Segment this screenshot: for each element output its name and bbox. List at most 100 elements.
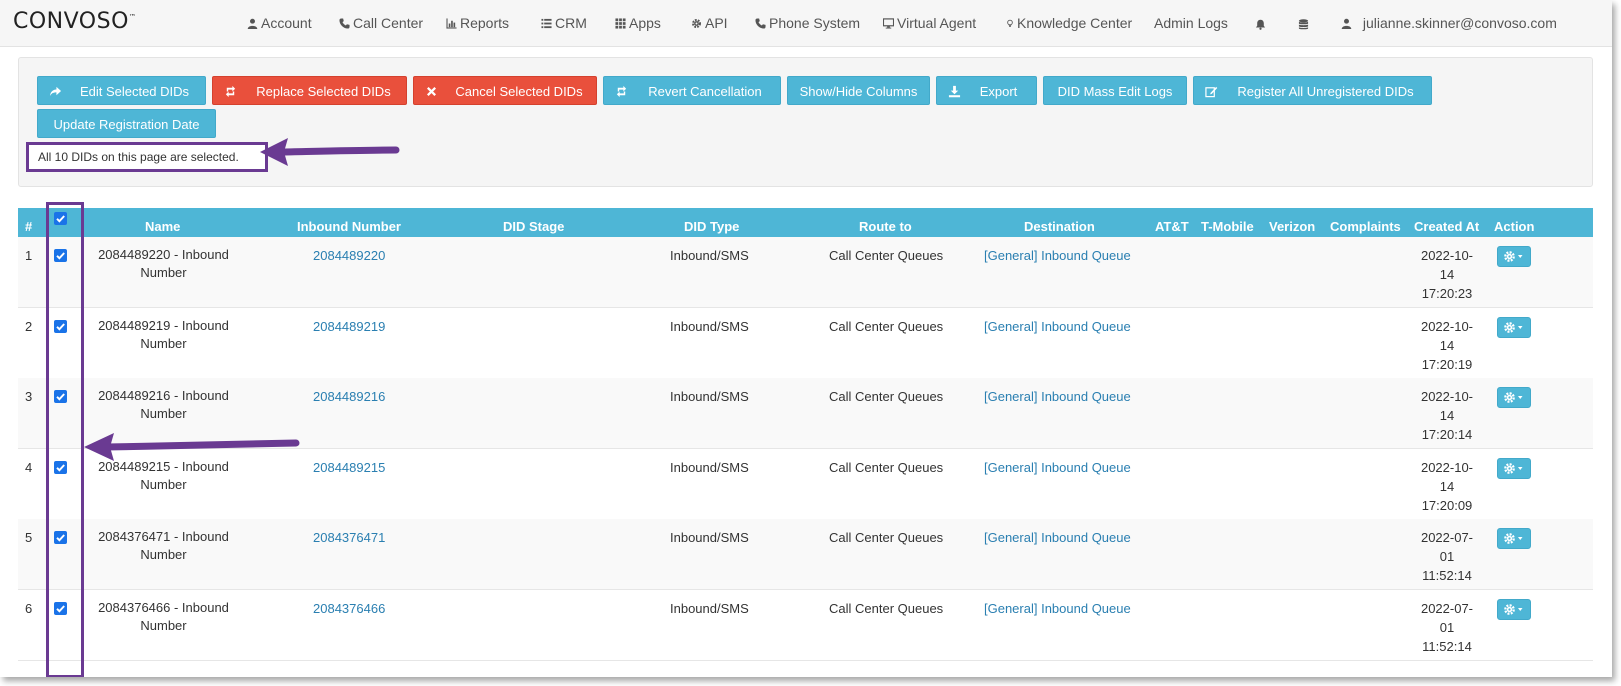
header-inbound-number[interactable]: Inbound Number (297, 219, 401, 234)
created-at: 2022-07- 01 11:52:14 (1402, 599, 1492, 656)
update-registration-date-button[interactable]: Update Registration Date (37, 109, 216, 138)
main-nav: Account Call Center Reports CRM Apps API… (0, 0, 1612, 47)
replace-selected-dids-button[interactable]: Replace Selected DIDs (212, 76, 407, 105)
created-at-line: 2022-07- (1420, 530, 1474, 545)
row-index: 2 (25, 319, 33, 334)
created-at: 2022-10- 14 17:20:19 (1402, 317, 1492, 374)
user-menu[interactable]: julianne.skinner@convoso.com (1341, 15, 1557, 31)
header-destination[interactable]: Destination (1024, 219, 1095, 234)
created-at-line: 14 (1439, 479, 1455, 494)
database-icon (1298, 19, 1309, 30)
nav-item-account[interactable]: Account (247, 15, 312, 31)
header-did-type[interactable]: DID Type (684, 219, 739, 234)
inbound-number-link[interactable]: 2084376466 (313, 601, 385, 616)
nav-item-reports[interactable]: Reports (446, 15, 509, 31)
did-name: 2084489220 - Inbound Number (94, 246, 233, 282)
destination-link[interactable]: [General] Inbound Queue (984, 248, 1131, 263)
gear-icon (1504, 463, 1523, 474)
user-email: julianne.skinner@convoso.com (1362, 15, 1557, 31)
nav-item-apps[interactable]: Apps (615, 15, 661, 31)
created-at-line: 2022-10- (1420, 389, 1474, 404)
inbound-number-link[interactable]: 2084489220 (313, 248, 385, 263)
callout-arrow-checkbox-column (84, 433, 300, 461)
inbound-number-link[interactable]: 2084376471 (313, 530, 385, 545)
gear-icon (691, 18, 702, 29)
destination-link[interactable]: [General] Inbound Queue (984, 319, 1131, 334)
did-type: Inbound/SMS (670, 601, 749, 616)
created-at-line: 14 (1439, 338, 1455, 353)
nav-item-api[interactable]: API (691, 15, 728, 31)
nav-item-call-center[interactable]: Call Center (339, 15, 423, 31)
button-label: Revert Cancellation (648, 84, 762, 99)
bell-icon (1255, 19, 1266, 30)
header-did-stage[interactable]: DID Stage (503, 219, 564, 234)
register-all-unregistered-dids-button[interactable]: Register All Unregistered DIDs (1193, 76, 1432, 105)
app-window: CONVOSO™ Account Call Center Reports CRM… (0, 0, 1612, 677)
header-name[interactable]: Name (145, 219, 180, 234)
created-at-line: 11:52:14 (1422, 568, 1472, 583)
button-label: Update Registration Date (53, 117, 200, 132)
created-at-line: 17:20:19 (1421, 357, 1473, 372)
created-at: 2022-07- 01 11:52:14 (1402, 528, 1492, 585)
did-mass-edit-logs-button[interactable]: DID Mass Edit Logs (1043, 76, 1187, 105)
header-route-to[interactable]: Route to (859, 219, 912, 234)
header-created-at[interactable]: Created At (1414, 219, 1479, 234)
destination-link[interactable]: [General] Inbound Queue (984, 530, 1131, 545)
gear-icon (1504, 322, 1523, 333)
did-name-line: 2084489216 - Inbound (98, 388, 229, 403)
nav-item-crm[interactable]: CRM (541, 15, 587, 31)
header-index: # (25, 219, 33, 234)
created-at: 2022-10- 14 17:20:23 (1402, 246, 1492, 303)
nav-item-knowledge-center[interactable]: Knowledge Center (1006, 15, 1132, 31)
top-navbar: CONVOSO™ Account Call Center Reports CRM… (0, 0, 1612, 47)
inbound-number-link[interactable]: 2084489216 (313, 389, 385, 404)
route-to: Call Center Queues (829, 460, 944, 475)
header-action: Action (1494, 219, 1535, 234)
notifications-button[interactable] (1255, 16, 1269, 32)
did-name-line: Number (140, 618, 187, 633)
did-name-line: 2084376466 - Inbound (98, 600, 229, 615)
nav-item-admin-logs[interactable]: Admin Logs (1154, 15, 1228, 31)
header-verizon[interactable]: Verizon (1269, 219, 1315, 234)
gear-icon (1504, 392, 1523, 403)
header-complaints[interactable]: Complaints (1330, 219, 1401, 234)
user-icon (247, 18, 258, 29)
row-action-dropdown[interactable] (1497, 387, 1531, 408)
row-action-dropdown[interactable] (1497, 528, 1531, 549)
revert-cancellation-button[interactable]: Revert Cancellation (603, 76, 781, 105)
created-at-line: 17:20:14 (1421, 427, 1473, 442)
database-button[interactable] (1298, 16, 1312, 32)
did-type: Inbound/SMS (670, 460, 749, 475)
inbound-number-link[interactable]: 2084489219 (313, 319, 385, 334)
route-to: Call Center Queues (829, 389, 944, 404)
inbound-number-link[interactable]: 2084489215 (313, 460, 385, 475)
did-name-line: 2084489219 - Inbound (98, 318, 229, 333)
phone-icon (755, 18, 766, 29)
destination-link[interactable]: [General] Inbound Queue (984, 460, 1131, 475)
row-action-dropdown[interactable] (1497, 317, 1531, 338)
callout-arrow-selection-note (260, 138, 400, 166)
cancel-selected-dids-button[interactable]: Cancel Selected DIDs (413, 76, 597, 105)
row-action-dropdown[interactable] (1497, 458, 1531, 479)
button-label: Export (979, 84, 1018, 99)
edit-selected-dids-button[interactable]: Edit Selected DIDs (37, 76, 206, 105)
nav-item-phone-system[interactable]: Phone System (755, 15, 860, 31)
nav-item-virtual-agent[interactable]: Virtual Agent (883, 15, 976, 31)
header-att[interactable]: AT&T (1155, 219, 1189, 234)
show-hide-columns-button[interactable]: Show/Hide Columns (787, 76, 930, 105)
destination-link[interactable]: [General] Inbound Queue (984, 389, 1131, 404)
nav-label: Knowledge Center (1017, 15, 1133, 31)
phone-icon (339, 18, 350, 29)
header-tmobile[interactable]: T-Mobile (1201, 219, 1254, 234)
list-icon (541, 18, 552, 29)
export-button[interactable]: Export (936, 76, 1037, 105)
route-to: Call Center Queues (829, 248, 944, 263)
row-action-dropdown[interactable] (1497, 246, 1531, 267)
created-at-line: 01 (1439, 549, 1455, 564)
destination-link[interactable]: [General] Inbound Queue (984, 601, 1131, 616)
row-index: 5 (25, 530, 33, 545)
row-action-dropdown[interactable] (1497, 599, 1531, 620)
table-row: 5 2084376471 - Inbound Number 2084376471 Inb… (18, 519, 1593, 590)
nav-label: Admin Logs (1154, 15, 1228, 31)
button-label: Replace Selected DIDs (256, 84, 391, 99)
